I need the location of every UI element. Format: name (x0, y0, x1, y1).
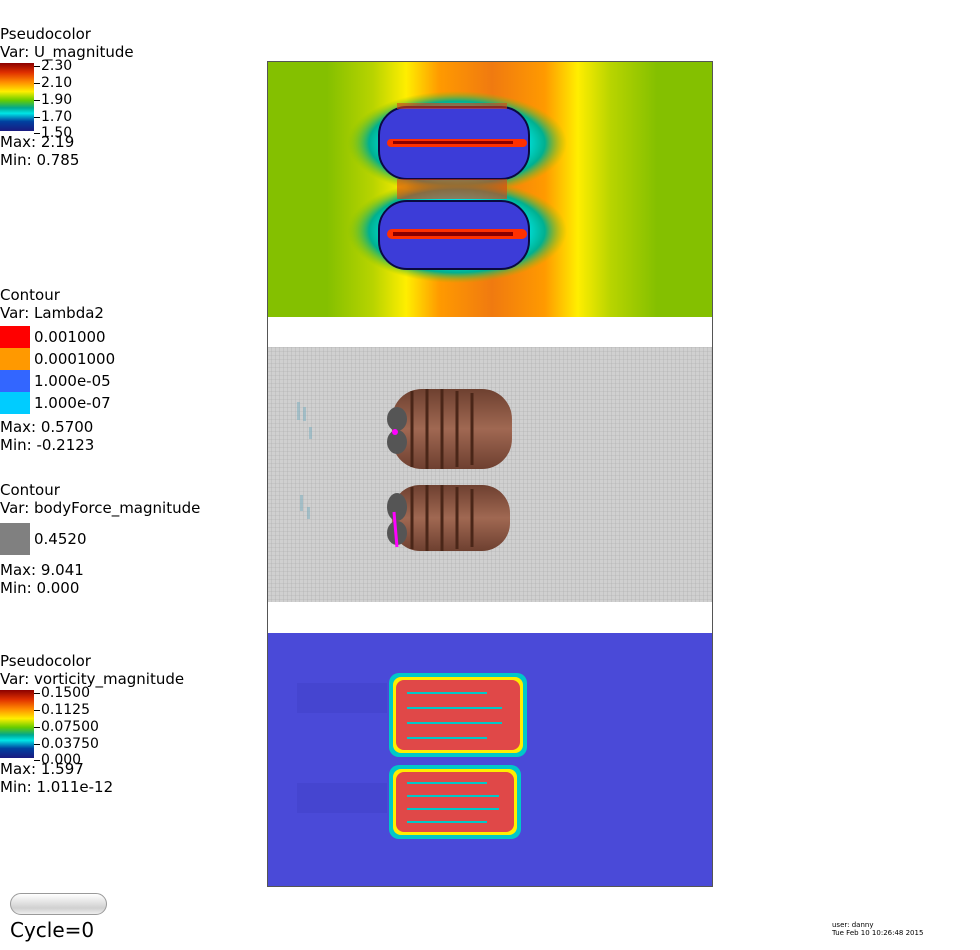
legend-min: Min: 1.011e-12 (0, 778, 114, 796)
cycle-slider[interactable] (10, 893, 107, 915)
vorticity-region (389, 673, 527, 757)
colorbar-tick: 2.30 (34, 59, 72, 73)
contour-level-label: 0.4520 (34, 530, 87, 548)
contour-level-label: 0.001000 (34, 328, 106, 346)
vortex-body (387, 485, 510, 551)
vorticity-magnitude-plot[interactable] (267, 633, 713, 887)
contour-level: 1.000e-07 (0, 392, 115, 414)
contour-level-label: 1.000e-05 (34, 372, 111, 390)
legend-u-magnitude: Pseudocolor Var: U_magnitude 2.30 2.10 1… (0, 25, 134, 169)
legend-title: Contour (0, 286, 60, 304)
legend-title: Pseudocolor (0, 25, 91, 43)
mesh-background (267, 347, 713, 602)
legend-title: Contour (0, 481, 60, 499)
legend-vorticity: Pseudocolor Var: vorticity_magnitude 0.1… (0, 652, 184, 796)
legend-min: Min: 0.000 (0, 579, 80, 597)
colorbar-tick: 1.90 (34, 93, 72, 107)
legend-lambda2: Contour Var: Lambda2 0.001000 0.0001000 … (0, 286, 115, 454)
timestamp: Tue Feb 10 10:26:48 2015 (832, 929, 924, 937)
colorbar-tick: 0.07500 (34, 720, 99, 734)
contour-swatch (0, 392, 30, 414)
legend-max: Max: 9.041 (0, 561, 84, 579)
colorbar-tick: 1.70 (34, 110, 72, 124)
legend-variable: Var: Lambda2 (0, 304, 104, 322)
colorbar-tick: 1.50 (34, 126, 72, 140)
colorbar-tick: 0.1125 (34, 703, 90, 717)
cycle-label: Cycle=0 (10, 918, 95, 942)
colorbar-tick: 0.000 (34, 753, 81, 767)
contour-swatch (0, 348, 30, 370)
colorbar: 2.30 2.10 1.90 1.70 1.50 (0, 59, 72, 140)
contour-level: 0.001000 (0, 326, 115, 348)
velocity-magnitude-plot[interactable] (267, 61, 713, 317)
contour-level-label: 1.000e-07 (34, 394, 111, 412)
contour-swatch (0, 370, 30, 392)
vorticity-region (389, 765, 521, 839)
colorbar-tick: 2.10 (34, 76, 72, 90)
contour-level: 1.000e-05 (0, 370, 115, 392)
contour-level: 0.4520 (0, 523, 200, 555)
colorbar-tick: 0.03750 (34, 737, 99, 751)
legend-variable: Var: bodyForce_magnitude (0, 499, 201, 517)
user-info: user: danny Tue Feb 10 10:26:48 2015 (832, 921, 923, 937)
colorbar-gradient (0, 63, 34, 131)
colorbar-tick: 0.1500 (34, 686, 90, 700)
vorticity-background (267, 633, 713, 887)
legend-variable: Var: vorticity_magnitude (0, 670, 185, 688)
colorbar: 0.1500 0.1125 0.07500 0.03750 0.000 (0, 686, 99, 767)
legend-max: Max: 1.597 (0, 760, 84, 778)
legend-max: Max: 0.5700 (0, 418, 94, 436)
legend-bodyforce: Contour Var: bodyForce_magnitude 0.4520 … (0, 481, 200, 597)
legend-min: Min: -0.2123 (0, 436, 95, 454)
legend-title: Pseudocolor (0, 652, 91, 670)
contour-swatch (0, 523, 30, 555)
contour-mesh-plot[interactable] (267, 347, 713, 602)
user-name: user: danny (832, 921, 874, 929)
vortex-body (387, 389, 512, 469)
legend-min: Min: 0.785 (0, 151, 80, 169)
contour-swatch (0, 326, 30, 348)
contour-level: 0.0001000 (0, 348, 115, 370)
contour-level-label: 0.0001000 (34, 350, 116, 368)
colorbar-gradient (0, 690, 34, 758)
